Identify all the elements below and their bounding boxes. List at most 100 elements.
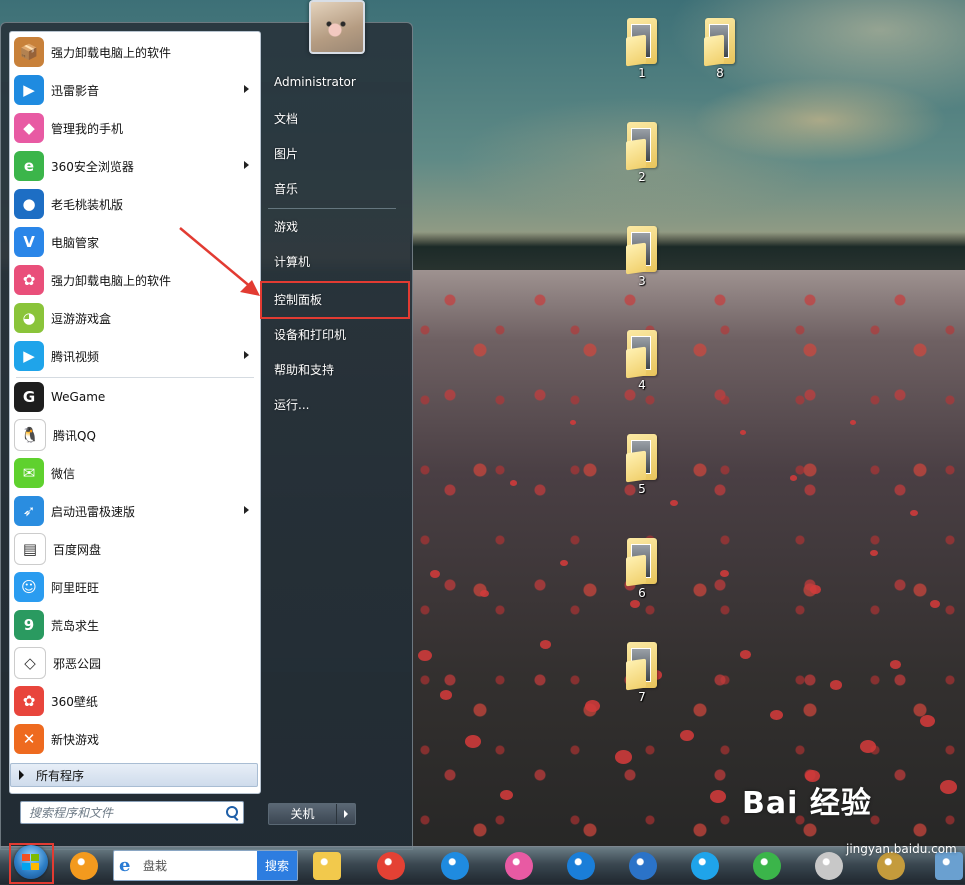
poppy-flower	[910, 510, 918, 517]
desktop-folder-label: 8	[716, 66, 724, 80]
taskbar-app-button[interactable]	[368, 849, 414, 882]
start-menu-programs-pane: 📦 强力卸载电脑上的软件 ▶ 迅雷影音 ◆ 管理我的手机 e 360安全浏览器 ● 老毛桃装机版 V…	[9, 31, 261, 794]
wegame-icon: G	[14, 382, 44, 412]
watermark-site: jingyan.baidu.com	[846, 842, 957, 856]
menu-item-user[interactable]: Administrator	[274, 75, 356, 89]
aliwangwang-icon: ☺	[14, 572, 44, 602]
taskbar-search-widget[interactable]: e 盘栽 搜索	[113, 850, 298, 881]
desktop-folder-label: 6	[638, 586, 646, 600]
program-label: 百度网盘	[53, 542, 102, 557]
taskbar-app-button[interactable]	[304, 849, 350, 882]
desktop-folder-5[interactable]: 5	[612, 434, 672, 496]
desktop-folder-3[interactable]: 3	[612, 226, 672, 288]
start-menu-program[interactable]: ✿ 360壁纸	[10, 682, 260, 720]
desktop-folder-8[interactable]: 8	[690, 18, 750, 80]
desktop-folder-6[interactable]: 6	[612, 538, 672, 600]
start-search-input[interactable]	[27, 804, 221, 821]
poppy-flower	[710, 790, 726, 803]
start-menu-program[interactable]: ◆ 管理我的手机	[10, 109, 260, 147]
taskbar-app-button[interactable]	[432, 849, 478, 882]
file-explorer-icon	[313, 851, 341, 880]
program-label: 迅雷影音	[51, 83, 100, 98]
360-wallpaper-icon: ✿	[14, 686, 44, 716]
poppy-flower	[720, 570, 729, 578]
poppy-flower	[810, 585, 821, 594]
taskbar-app-button[interactable]	[61, 849, 107, 882]
taskbar-app-button[interactable]	[744, 849, 790, 882]
laomaotao-icon: ●	[14, 189, 44, 219]
menu-item-documents[interactable]: 文档	[274, 110, 298, 127]
watermark-brand: Bai 经验	[742, 786, 872, 821]
start-menu-program[interactable]: 📦 强力卸载电脑上的软件	[10, 33, 260, 71]
poppy-flower	[740, 650, 751, 659]
rocket-icon	[815, 851, 843, 880]
start-menu-program[interactable]: ▤ 百度网盘	[10, 530, 260, 568]
folder-icon	[627, 122, 657, 168]
folder-icon	[627, 330, 657, 376]
start-menu-program[interactable]: ➶ 启动迅雷极速版	[10, 492, 260, 530]
taskbar-app-button[interactable]	[558, 849, 604, 882]
shutdown-button[interactable]: 关机	[268, 803, 356, 825]
desktop-folder-2[interactable]: 2	[612, 122, 672, 184]
folder-icon	[627, 226, 657, 272]
baidu-watermark: Bai 经验 jingyan.baidu.com	[742, 778, 957, 856]
menu-item-devices-printers[interactable]: 设备和打印机	[274, 326, 346, 343]
search-icon[interactable]	[226, 806, 238, 818]
menu-item-run[interactable]: 运行...	[274, 396, 309, 413]
menu-item-computer[interactable]: 计算机	[274, 253, 310, 270]
start-menu-program[interactable]: ☺ 阿里旺旺	[10, 568, 260, 606]
poppy-flower	[585, 700, 600, 712]
user-avatar[interactable]	[309, 0, 365, 54]
submenu-arrow-icon[interactable]	[244, 351, 249, 359]
phone-manager-icon: ◆	[14, 113, 44, 143]
poppy-flower	[870, 550, 878, 557]
shutdown-label[interactable]: 关机	[269, 804, 337, 824]
start-search-box[interactable]	[20, 801, 244, 824]
menu-item-pictures[interactable]: 图片	[274, 145, 298, 162]
taskbar-search-button[interactable]: 搜索	[257, 851, 297, 880]
wallpaper-treeline	[410, 232, 965, 274]
start-menu-program[interactable]: ✕ 新快游戏	[10, 720, 260, 758]
desktop-folder-label: 4	[638, 378, 646, 392]
start-menu-program[interactable]: e 360安全浏览器	[10, 147, 260, 185]
poppy-flower	[770, 710, 783, 721]
right-separator	[268, 208, 396, 209]
folder-icon	[627, 538, 657, 584]
start-menu-program[interactable]: 🐧 腾讯QQ	[10, 416, 260, 454]
poppy-flower	[830, 680, 842, 690]
folder-icon	[627, 434, 657, 480]
menu-item-help-support[interactable]: 帮助和支持	[274, 361, 334, 378]
poppy-flower	[440, 690, 452, 700]
start-menu-program[interactable]: 9 荒岛求生	[10, 606, 260, 644]
taskbar-search-text[interactable]: 盘栽	[143, 857, 167, 874]
menu-item-music[interactable]: 音乐	[274, 180, 298, 197]
all-programs-label: 所有程序	[36, 768, 85, 783]
submenu-arrow-icon[interactable]	[244, 161, 249, 169]
desktop-folder-1[interactable]: 1	[612, 18, 672, 80]
tencent-video-icon	[691, 851, 719, 880]
taskbar-app-button[interactable]	[620, 849, 666, 882]
program-label: 腾讯视频	[51, 349, 100, 364]
start-menu-program[interactable]: G WeGame	[10, 378, 260, 416]
start-menu-program[interactable]: ▶ 迅雷影音	[10, 71, 260, 109]
program-label: 微信	[51, 466, 76, 481]
desktop-folder-4[interactable]: 4	[612, 330, 672, 392]
all-programs-button[interactable]: 所有程序	[10, 763, 258, 787]
program-label: 360安全浏览器	[51, 159, 134, 174]
menu-item-games[interactable]: 游戏	[274, 218, 298, 235]
triangle-right-icon	[19, 770, 24, 780]
program-label: 启动迅雷极速版	[51, 504, 136, 519]
taskbar-app-button[interactable]	[496, 849, 542, 882]
start-menu-program[interactable]: ● 老毛桃装机版	[10, 185, 260, 223]
start-menu-program[interactable]: ✉ 微信	[10, 454, 260, 492]
start-menu-program[interactable]: ▶ 腾讯视频	[10, 337, 260, 375]
program-label: 管理我的手机	[51, 121, 124, 136]
taskbar-app-button[interactable]	[682, 849, 728, 882]
submenu-arrow-icon[interactable]	[244, 85, 249, 93]
thunder-speed-icon: ➶	[14, 496, 44, 526]
shutdown-options-arrow-icon[interactable]	[337, 804, 355, 824]
submenu-arrow-icon[interactable]	[244, 506, 249, 514]
start-menu-program[interactable]: ◇ 邪恶公园	[10, 644, 260, 682]
start-menu-program[interactable]: ◕ 逗游游戏盒	[10, 299, 260, 337]
desktop-folder-7[interactable]: 7	[612, 642, 672, 704]
